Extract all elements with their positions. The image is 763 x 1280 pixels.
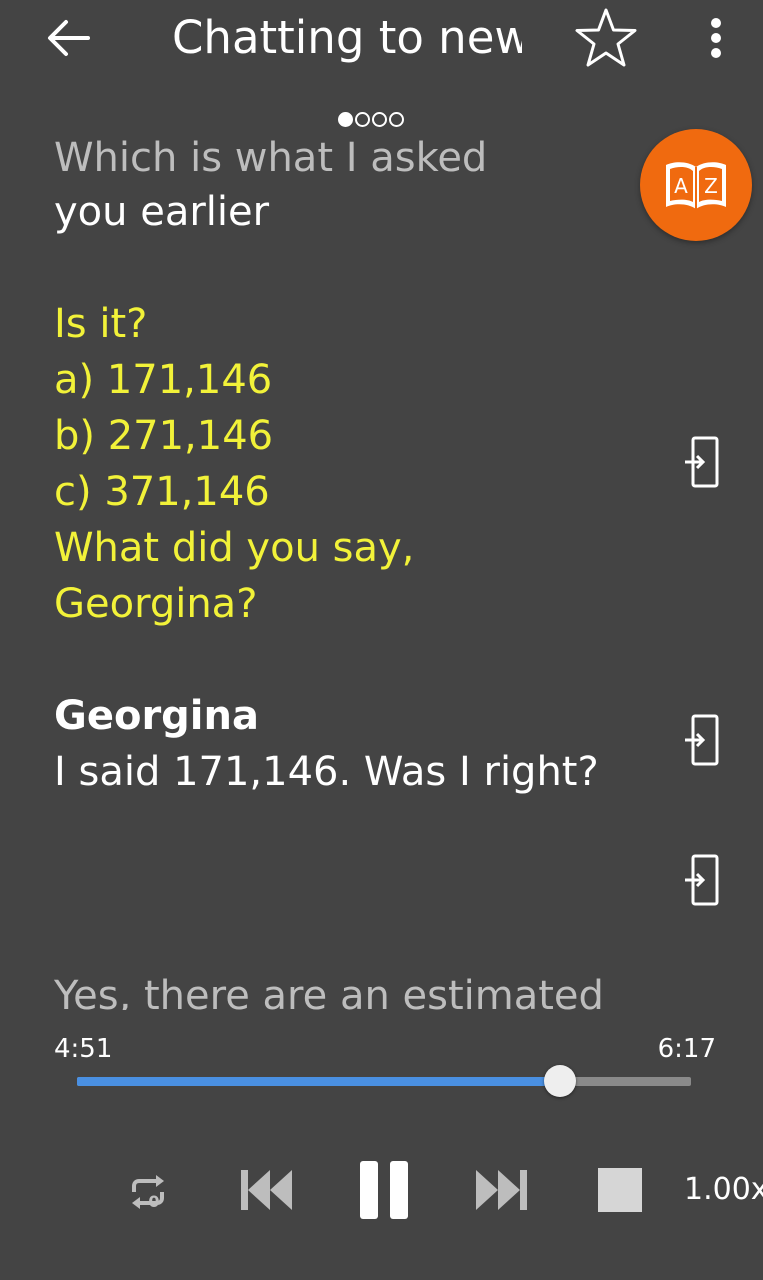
transcript-line: you earlier — [54, 189, 270, 235]
transcript-option-c: c) 371,146 — [54, 469, 270, 515]
arrow-left-icon — [48, 20, 90, 56]
dict-letter-a: A — [674, 174, 688, 198]
page-dot-3 — [372, 112, 387, 127]
transcript-reply: I said 171,146. Was I right? — [54, 749, 599, 795]
stop-icon — [598, 1168, 642, 1212]
transcript-prompt: Georgina? — [54, 581, 258, 627]
transcript-line-partial-bottom: Yes, there are an estimated — [54, 973, 604, 1010]
transcript-line-partial-top: Which is what I asked — [54, 140, 488, 181]
playback-speed-button[interactable]: 1.00x — [684, 1168, 763, 1212]
repeat-button[interactable]: 0 — [124, 1168, 172, 1216]
back-button[interactable] — [40, 12, 96, 64]
page-indicator — [338, 112, 404, 132]
page-dot-2 — [355, 112, 370, 127]
page-title: Chatting to new — [172, 11, 522, 64]
transcript-option-b: b) 271,146 — [54, 413, 274, 459]
jump-to-line-icon[interactable] — [683, 436, 723, 488]
svg-text:0: 0 — [148, 1192, 159, 1210]
seek-bar[interactable] — [77, 1065, 691, 1097]
dict-letter-z: Z — [704, 174, 718, 198]
seek-bar-thumb[interactable] — [543, 1065, 576, 1097]
more-options-button[interactable] — [694, 8, 738, 68]
seek-bar-progress — [77, 1077, 560, 1086]
transcript-question: Is it? — [54, 301, 148, 347]
page-dot-4 — [389, 112, 404, 127]
skip-previous-icon — [241, 1170, 292, 1210]
previous-button[interactable] — [236, 1164, 296, 1216]
jump-to-line-icon[interactable] — [683, 854, 723, 906]
total-time: 6:17 — [657, 1034, 716, 1064]
stop-button[interactable] — [592, 1164, 648, 1216]
book-az-icon: A Z — [666, 162, 726, 209]
pause-button[interactable] — [352, 1156, 416, 1224]
transcript-prompt: What did you say, — [54, 525, 415, 571]
repeat-icon: 0 — [132, 1175, 164, 1210]
next-button[interactable] — [472, 1164, 532, 1216]
page-dot-1 — [338, 112, 353, 127]
favorite-button[interactable] — [570, 4, 642, 72]
dictionary-button[interactable]: A Z — [640, 129, 752, 241]
star-outline-icon — [575, 8, 637, 67]
current-time: 4:51 — [54, 1034, 113, 1064]
transcript-panel[interactable]: Which is what I asked you earlier Is it?… — [0, 140, 763, 1010]
pause-icon — [360, 1161, 408, 1219]
speaker-name: Georgina — [54, 693, 259, 739]
more-vertical-icon — [711, 18, 721, 58]
transcript-option-a: a) 171,146 — [54, 357, 273, 403]
skip-next-icon — [476, 1170, 527, 1210]
jump-to-line-icon[interactable] — [683, 714, 723, 766]
